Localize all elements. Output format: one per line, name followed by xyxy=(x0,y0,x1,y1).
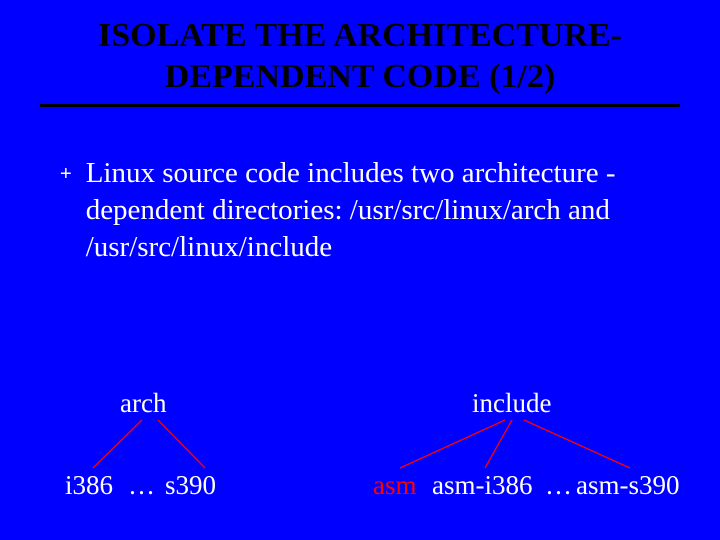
bullet-text: Linux source code includes two architect… xyxy=(86,155,656,266)
tree-leaf: asm-i386 xyxy=(432,470,533,501)
bullet-item: + Linux source code includes two archite… xyxy=(60,155,680,266)
tree-leaf: s390 xyxy=(165,470,216,501)
tree-leaf: asm-s390 xyxy=(576,470,680,501)
slide-title: ISOLATE THE ARCHITECTURE-DEPENDENT CODE … xyxy=(40,16,680,107)
tree-leaf: … xyxy=(128,470,155,501)
tree-leaf: asm xyxy=(373,470,417,501)
bullet-mark-icon: + xyxy=(60,157,72,191)
tree-root-right: include xyxy=(472,388,551,419)
tree-leaf: … xyxy=(545,470,572,501)
tree-root-left: arch xyxy=(120,388,166,419)
tree-leaf: i386 xyxy=(65,470,113,501)
